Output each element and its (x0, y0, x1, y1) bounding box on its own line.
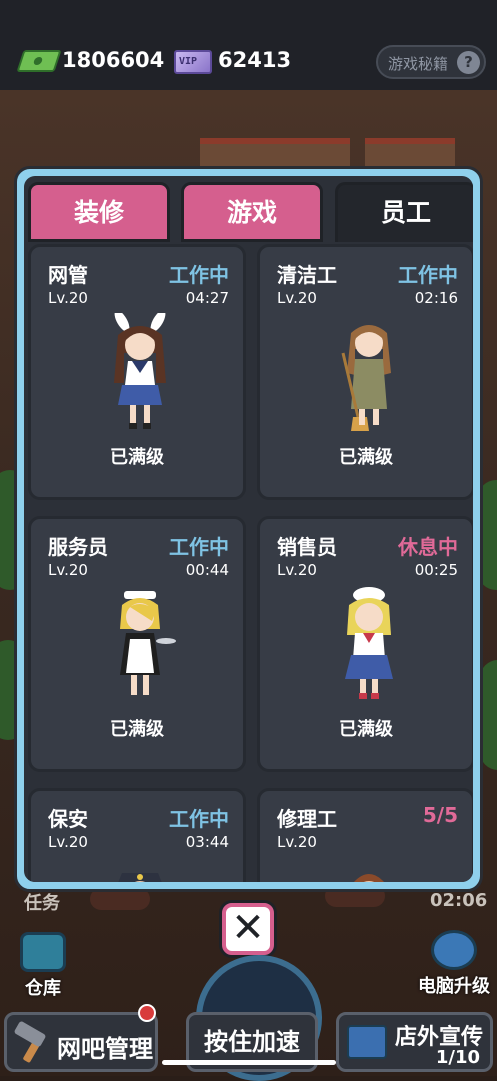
staff-timer: 03:44 (185, 833, 229, 851)
vip-ticket-icon: VIP (174, 50, 212, 74)
staff-card-security[interactable]: 保安 工作中 Lv.20 03:44 (28, 788, 246, 882)
staff-card-netadmin[interactable]: 网管 工作中 Lv.20 04:27 已满级 (28, 244, 246, 500)
hammer-icon (14, 1021, 46, 1063)
pc-upgrade-icon (431, 930, 477, 970)
tab-decoration[interactable]: 装修 (28, 182, 170, 242)
staff-level: Lv.20 (277, 833, 317, 851)
staff-level: Lv.20 (48, 833, 88, 851)
warehouse-label: 仓库 (25, 978, 61, 999)
hold-to-speed-label: 按住加速 (204, 1028, 300, 1056)
warehouse-chest-icon (20, 932, 66, 972)
cleaner-character-icon (341, 325, 391, 431)
staff-timer: 00:44 (185, 561, 229, 579)
task-label[interactable]: 任务 (24, 889, 60, 915)
staff-level: Lv.20 (48, 289, 88, 307)
staff-max-level-note: 已满级 (339, 719, 393, 740)
repairman-character-icon (354, 874, 384, 882)
warehouse-button[interactable]: 仓库 (10, 932, 76, 1000)
home-indicator[interactable] (162, 1060, 336, 1065)
staff-name: 修理工 (277, 807, 337, 831)
staff-count: 5/5 (422, 803, 458, 827)
management-panel: 装修 游戏 员工 网管 工作中 Lv.20 04:27 已满级 清洁工 工作中 … (14, 166, 483, 892)
staff-name: 销售员 (277, 535, 337, 559)
help-icon: ? (457, 51, 480, 74)
close-button[interactable]: ✕ (222, 903, 274, 955)
tab-staff[interactable]: 员工 (335, 182, 473, 242)
staff-timer: 00:25 (414, 561, 458, 579)
staff-status: 工作中 (169, 263, 229, 287)
security-character-icon (118, 873, 162, 882)
staff-level: Lv.20 (48, 561, 88, 579)
billboard-icon (347, 1025, 387, 1059)
pc-upgrade-label: 电脑升级 (418, 976, 490, 997)
pc-upgrade-button[interactable]: 电脑升级 (414, 930, 494, 998)
staff-card-repairman[interactable]: 修理工 5/5 Lv.20 (257, 788, 473, 882)
tab-games[interactable]: 游戏 (181, 182, 323, 242)
outdoor-promo-button[interactable]: 店外宣传 1/10 (336, 1012, 493, 1072)
staff-level: Lv.20 (277, 289, 317, 307)
staff-name: 网管 (48, 263, 88, 287)
netadmin-character-icon (114, 313, 166, 429)
staff-max-level-note: 已满级 (339, 447, 393, 468)
cash-amount: 1806604 (62, 48, 165, 72)
staff-max-level-note: 已满级 (110, 447, 164, 468)
staff-timer: 02:16 (414, 289, 458, 307)
staff-card-salesperson[interactable]: 销售员 休息中 Lv.20 00:25 已满级 (257, 516, 473, 772)
vip-amount: 62413 (218, 48, 292, 72)
staff-status: 工作中 (169, 535, 229, 559)
staff-grid: 网管 工作中 Lv.20 04:27 已满级 清洁工 工作中 Lv.20 02:… (28, 244, 473, 882)
staff-timer: 04:27 (185, 289, 229, 307)
outdoor-promo-count: 1/10 (435, 1047, 480, 1068)
game-cheats-button[interactable]: 游戏秘籍 ? (376, 45, 486, 79)
waiter-character-icon (120, 591, 176, 695)
cash-icon (16, 50, 62, 72)
notification-dot (138, 1004, 156, 1022)
staff-card-waiter[interactable]: 服务员 工作中 Lv.20 00:44 已满级 (28, 516, 246, 772)
staff-status: 工作中 (398, 263, 458, 287)
staff-name: 服务员 (48, 535, 108, 559)
game-cheats-label: 游戏秘籍 (388, 55, 449, 73)
staff-level: Lv.20 (277, 561, 317, 579)
staff-name: 清洁工 (277, 263, 337, 287)
management-panel-body: 装修 游戏 员工 网管 工作中 Lv.20 04:27 已满级 清洁工 工作中 … (24, 176, 473, 882)
staff-status: 休息中 (398, 535, 458, 559)
staff-name: 保安 (48, 807, 88, 831)
staff-card-cleaner[interactable]: 清洁工 工作中 Lv.20 02:16 已满级 (257, 244, 473, 500)
staff-max-level-note: 已满级 (110, 719, 164, 740)
netcafe-manage-button[interactable]: 网吧管理 (4, 1012, 158, 1072)
netcafe-manage-label: 网吧管理 (57, 1035, 153, 1063)
event-timer: 02:06 (430, 890, 488, 911)
top-resource-bar: 1806604 VIP 62413 游戏秘籍 ? (0, 0, 497, 90)
salesperson-character-icon (345, 587, 393, 699)
staff-status: 工作中 (169, 807, 229, 831)
